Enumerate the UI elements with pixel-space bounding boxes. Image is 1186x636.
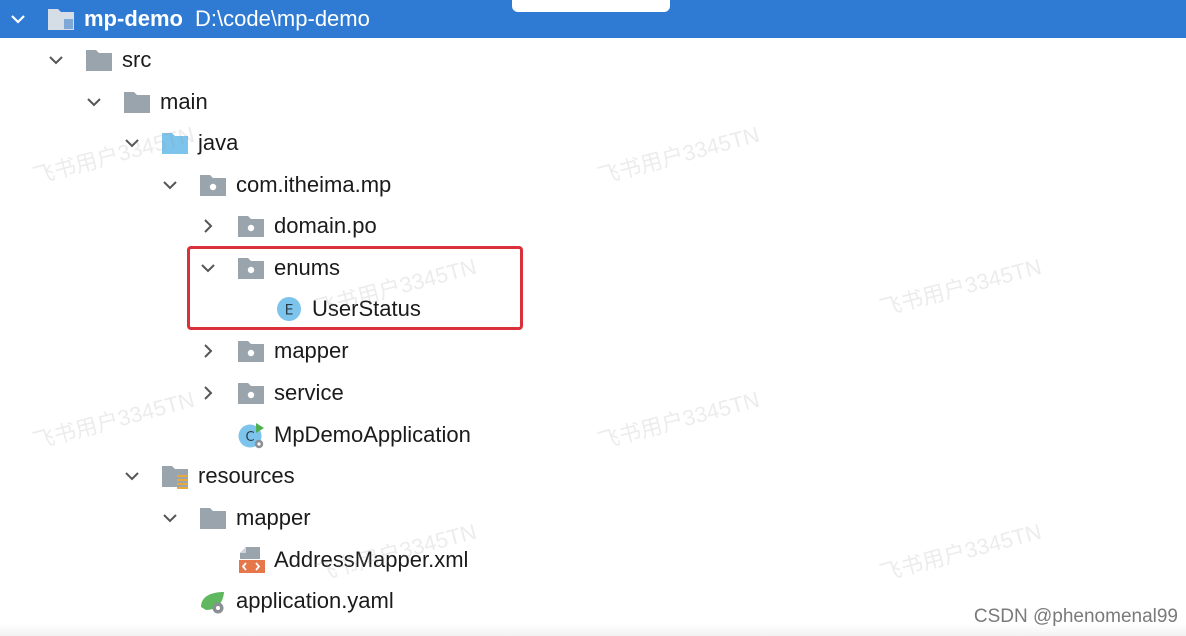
- tree-row-mpdemoapplication[interactable]: C MpDemoApplication: [0, 416, 1186, 454]
- tree-item-label: resources: [198, 463, 295, 488]
- tree-row-addressmapper-xml[interactable]: AddressMapper.xml: [0, 541, 1186, 579]
- tree-item-label: domain.po: [274, 213, 377, 238]
- tree-item-label: service: [274, 380, 344, 405]
- resources-folder-icon: [160, 462, 190, 490]
- enum-icon: E: [274, 295, 304, 323]
- chevron-right-icon[interactable]: [198, 383, 218, 403]
- spring-boot-class-icon: C: [236, 421, 266, 449]
- package-icon: [198, 171, 228, 199]
- chevron-down-icon[interactable]: [46, 50, 66, 70]
- tree-item-label: main: [160, 89, 208, 114]
- package-icon: [236, 379, 266, 407]
- tree-item-label: com.itheima.mp: [236, 172, 392, 197]
- folder-icon: [198, 504, 228, 532]
- tree-row-package-root[interactable]: com.itheima.mp: [0, 166, 1186, 204]
- spring-config-file-icon: [198, 587, 228, 615]
- chevron-down-icon[interactable]: [122, 466, 142, 486]
- project-name: mp-demo: [84, 6, 183, 31]
- chevron-right-icon[interactable]: [198, 216, 218, 236]
- tree-row-java[interactable]: java: [0, 124, 1186, 162]
- package-icon: [236, 337, 266, 365]
- csdn-credit: CSDN @phenomenal99: [973, 606, 1178, 627]
- tree-item-label: application.yaml: [236, 588, 394, 613]
- chevron-down-icon[interactable]: [84, 92, 104, 112]
- xml-file-icon: [236, 546, 266, 574]
- chevron-down-icon[interactable]: [122, 133, 142, 153]
- chevron-down-icon[interactable]: [160, 175, 180, 195]
- package-icon: [236, 254, 266, 282]
- tree-row-service[interactable]: service: [0, 374, 1186, 412]
- chevron-down-icon[interactable]: [8, 9, 28, 29]
- tree-item-label: enums: [274, 255, 341, 280]
- svg-text:C: C: [245, 430, 254, 445]
- tree-item-label: mapper: [274, 338, 349, 363]
- tree-row-src[interactable]: src: [0, 41, 1186, 79]
- chevron-down-icon[interactable]: [160, 508, 180, 528]
- svg-text:E: E: [285, 303, 294, 319]
- chevron-down-icon[interactable]: [198, 258, 218, 278]
- tree-row-domain-po[interactable]: domain.po: [0, 207, 1186, 245]
- folder-icon: [84, 46, 114, 74]
- chevron-right-icon[interactable]: [198, 341, 218, 361]
- tree-item-label: mapper: [236, 505, 311, 530]
- tree-row-mapper-folder[interactable]: mapper: [0, 499, 1186, 537]
- tree-row-resources[interactable]: resources: [0, 457, 1186, 495]
- tab-notch: [512, 0, 670, 12]
- tree-row-mapper-package[interactable]: mapper: [0, 332, 1186, 370]
- tree-item-label: java: [198, 130, 239, 155]
- module-folder-icon: [46, 5, 76, 33]
- tree-item-label: MpDemoApplication: [274, 422, 471, 447]
- tree-item-label: UserStatus: [312, 296, 421, 321]
- project-path: D:\code\mp-demo: [195, 6, 370, 31]
- project-tree-window: mp-demo D:\code\mp-demo src main java co…: [0, 0, 1186, 636]
- tree-row-enums[interactable]: enums: [0, 249, 1186, 287]
- tree-row-main[interactable]: main: [0, 83, 1186, 121]
- folder-icon: [122, 88, 152, 116]
- package-icon: [236, 212, 266, 240]
- tree-item-label: AddressMapper.xml: [274, 547, 469, 572]
- tree-row-userstatus[interactable]: E UserStatus: [0, 290, 1186, 328]
- tree-item-label: src: [122, 47, 152, 72]
- source-folder-icon: [160, 129, 190, 157]
